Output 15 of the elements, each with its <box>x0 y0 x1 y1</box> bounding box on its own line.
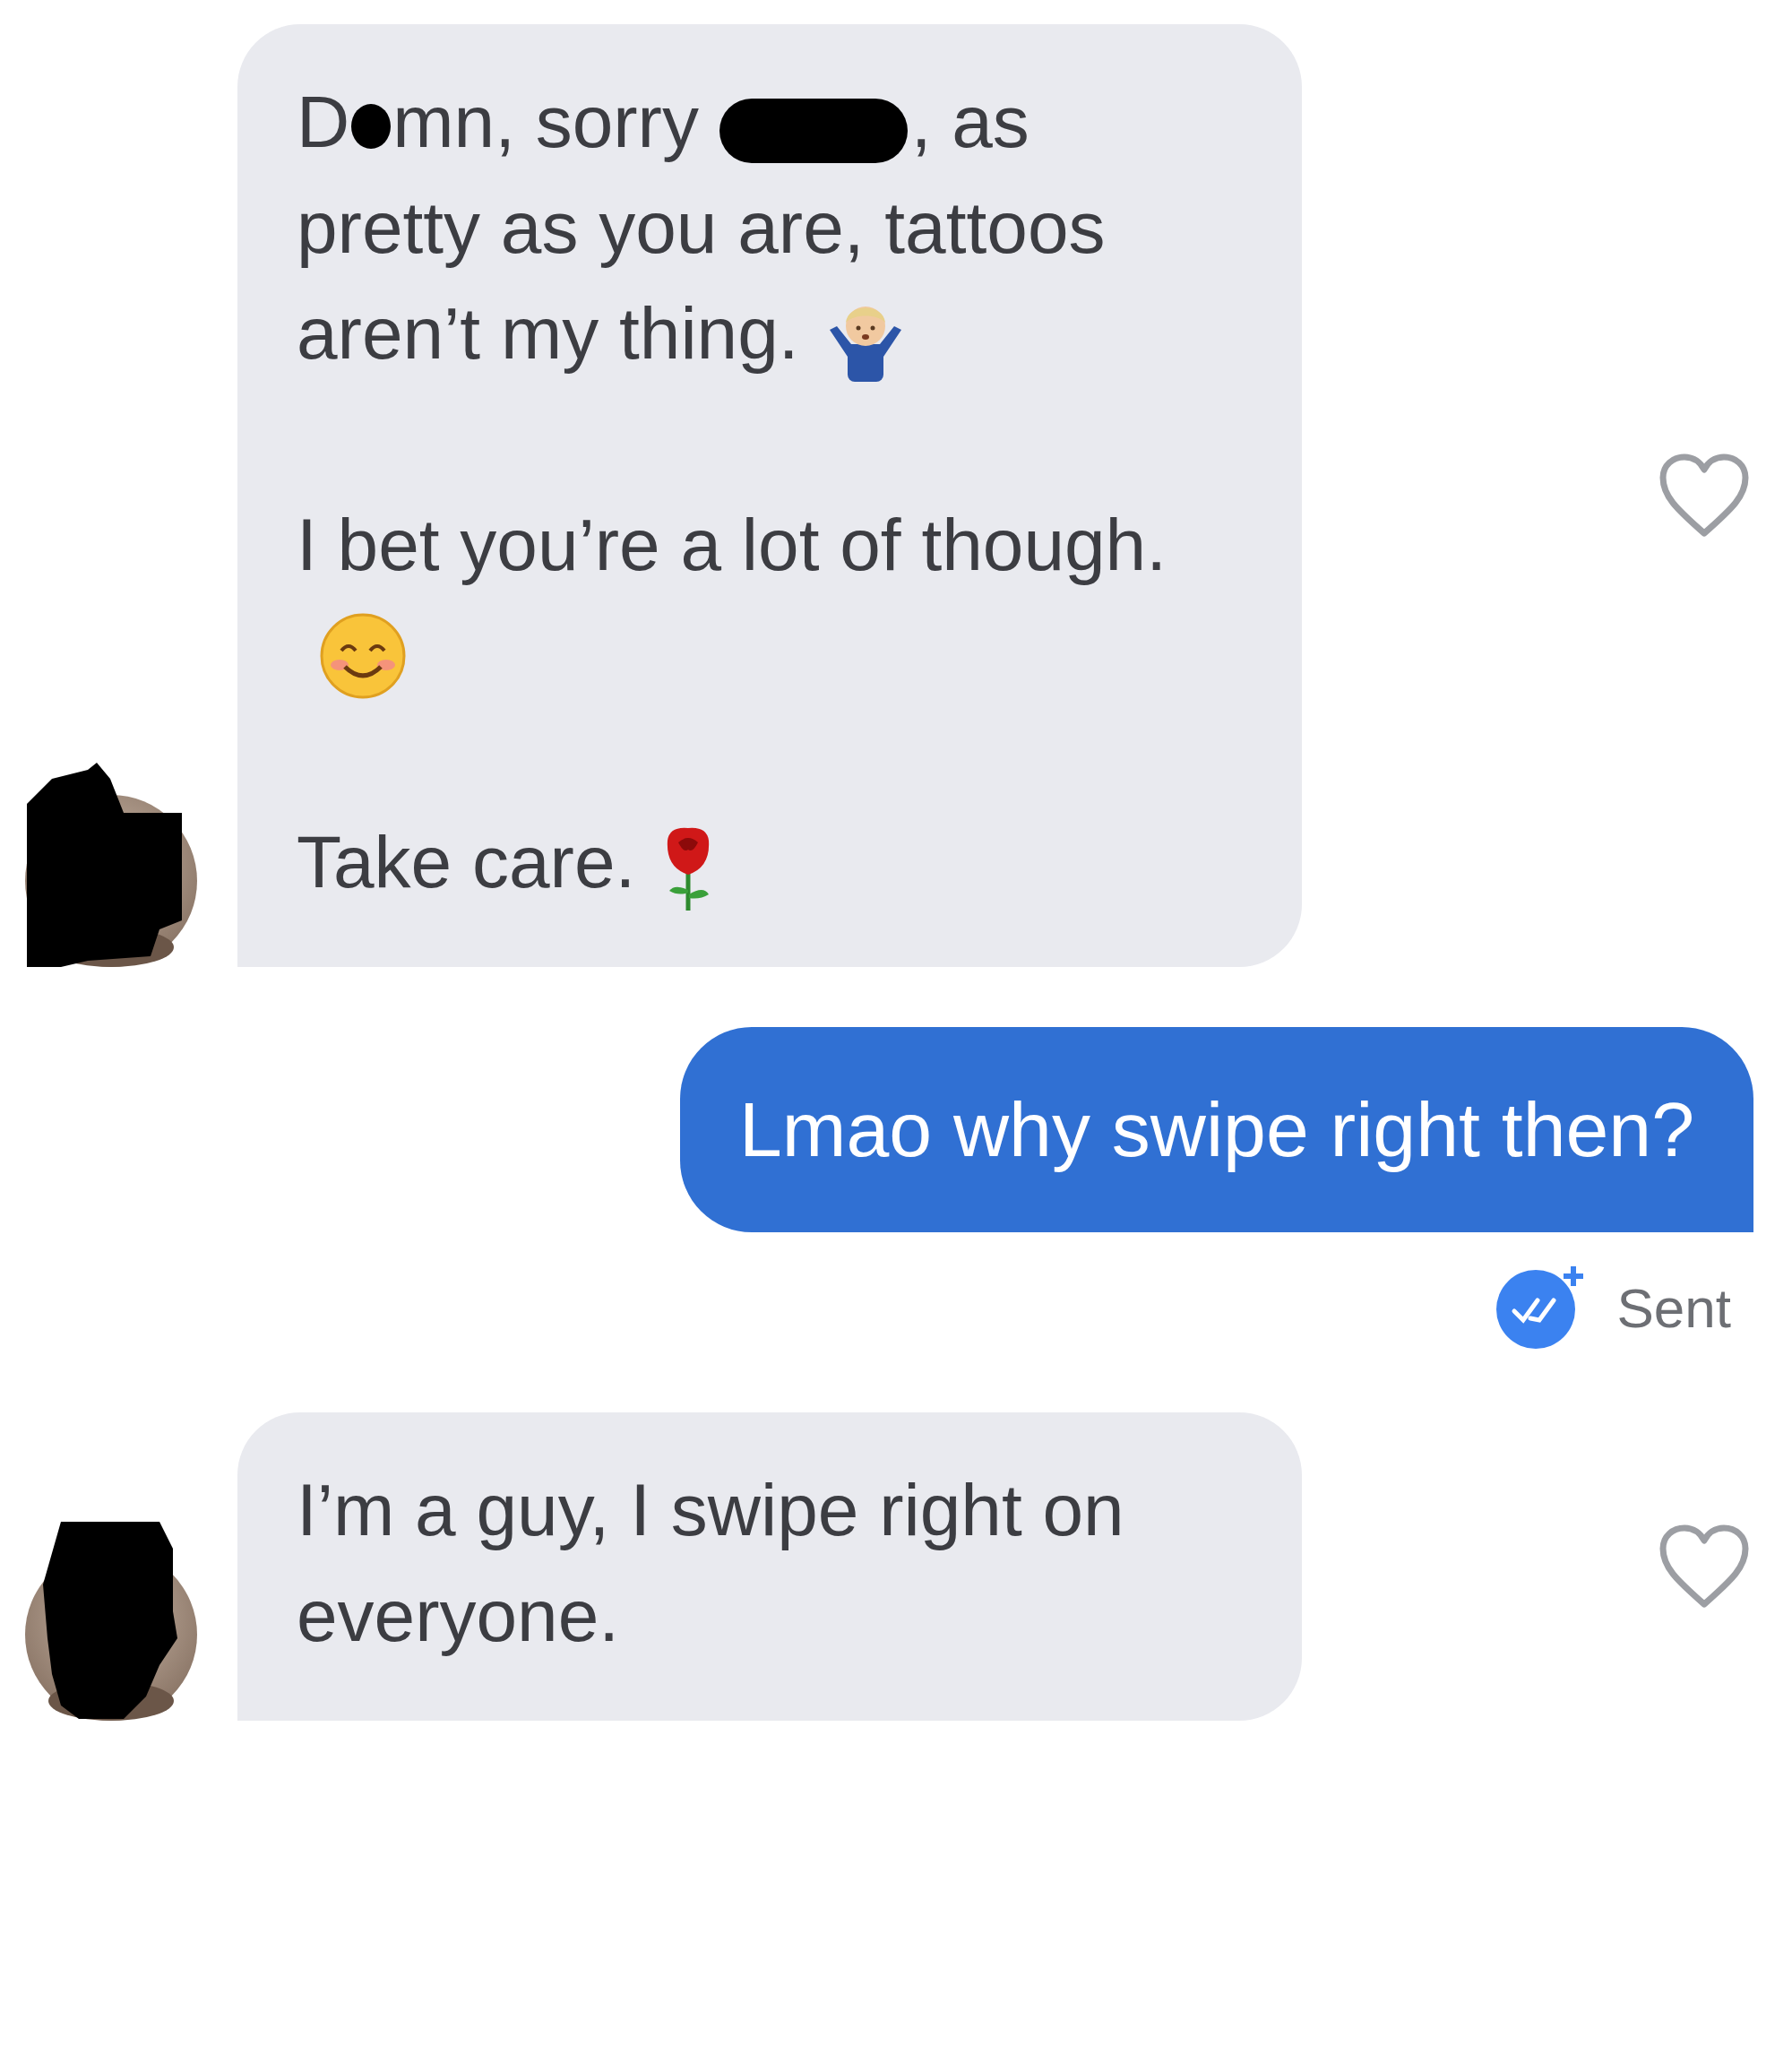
message-text: I’m a guy, I swipe right on <box>297 1469 1124 1550</box>
heart-icon[interactable] <box>1658 453 1751 539</box>
status-text: Sent <box>1616 1275 1731 1340</box>
avatar[interactable] <box>25 761 197 967</box>
message-text: I bet you’re a lot of though. <box>297 504 1167 585</box>
message-text: D <box>297 81 350 162</box>
message-text: Take care. <box>297 821 636 902</box>
message-bubble: Lmao why swipe right then? <box>680 1027 1753 1232</box>
message-text: aren’t my thing. <box>297 292 799 374</box>
message-text: everyone. <box>297 1575 620 1656</box>
message-text: mn, sorry <box>392 81 700 162</box>
message-text: , as <box>910 81 1030 162</box>
message-text: pretty as you are, tattoos <box>297 186 1106 268</box>
redaction-mark <box>351 104 392 149</box>
heart-icon[interactable] <box>1658 1524 1751 1610</box>
